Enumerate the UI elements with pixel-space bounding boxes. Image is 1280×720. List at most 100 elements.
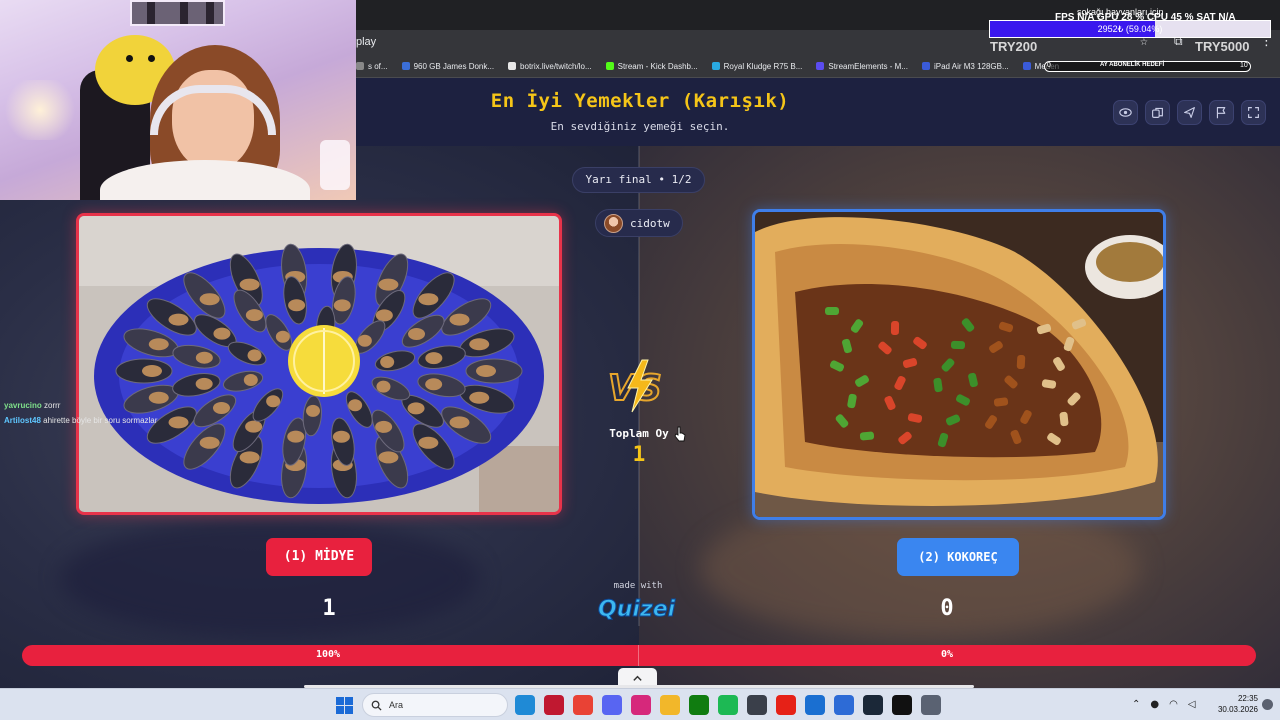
sub-goal-label: AY ABONELİK HEDEFİ	[1100, 62, 1165, 68]
bookmark-favicon-icon	[921, 62, 930, 70]
share-button[interactable]	[1177, 100, 1202, 125]
made-with-label: made with	[613, 581, 663, 591]
user-name: cidotw	[630, 216, 670, 230]
view-button[interactable]	[1113, 100, 1138, 125]
cam-duck-eyes	[148, 55, 155, 62]
bookmark-label: Royal Kludge R75 B...	[723, 61, 803, 71]
chat-text: ahirette böyle bir soru sormazlar	[43, 416, 158, 425]
red-app-icon[interactable]	[544, 695, 564, 715]
folder-icon[interactable]	[660, 695, 680, 715]
spotify-icon[interactable]	[718, 695, 738, 715]
bookmark-favicon-icon	[711, 62, 720, 70]
bookmark-favicon-icon	[605, 62, 614, 70]
user-chip[interactable]: cidotw	[595, 209, 683, 237]
vs-badge: VS	[604, 356, 672, 416]
flag-icon	[1216, 107, 1226, 119]
bookmark-item[interactable]: StreamElements - M...	[816, 62, 908, 71]
webcam-overlay	[0, 0, 356, 200]
percent-left: 100%	[316, 649, 341, 660]
clock-date: 30.03.2026	[1217, 705, 1258, 714]
instagram-icon[interactable]	[631, 695, 651, 715]
bookmark-item[interactable]: 960 GB James Donk...	[401, 61, 495, 71]
mail-icon[interactable]	[805, 695, 825, 715]
bookmark-label: iPad Air M3 128GB...	[933, 61, 1009, 71]
discord-icon[interactable]	[602, 695, 622, 715]
search-icon	[371, 700, 382, 711]
sub-goal-start: 0	[1047, 62, 1051, 69]
avatar	[604, 213, 623, 233]
chevron-up-icon[interactable]: ⌃	[1132, 699, 1140, 710]
bookmark-item[interactable]: s of...	[356, 62, 388, 71]
steam-icon[interactable]	[863, 695, 883, 715]
edge-icon[interactable]	[515, 695, 535, 715]
bookmark-item[interactable]: Stream - Kick Dashb...	[605, 61, 698, 71]
hand-cursor-icon	[674, 426, 686, 442]
donation-goal-text: 2952₺ (59.04%)	[1097, 24, 1163, 34]
cam-lamp	[320, 140, 350, 190]
address-text[interactable]: play	[356, 36, 376, 48]
wifi-icon[interactable]: ◠	[1169, 699, 1178, 710]
bookmark-label: Stream - Kick Dashb...	[617, 61, 698, 71]
mussels-image	[79, 216, 559, 512]
clock-app-icon[interactable]	[747, 695, 767, 715]
total-votes-label: Toplam Oy	[609, 427, 669, 440]
kokorec-image	[755, 212, 1163, 517]
youtube-icon[interactable]	[776, 695, 796, 715]
percent-right: 0%	[941, 649, 954, 660]
copy-icon	[1152, 107, 1163, 118]
fullscreen-button[interactable]	[1241, 100, 1266, 125]
option-card-left[interactable]	[76, 213, 562, 515]
system-tray: ⌃ ● ◠ ◁	[1132, 699, 1196, 710]
report-button[interactable]	[1209, 100, 1234, 125]
bookmark-label: botrix.live/twitch/lo...	[520, 61, 592, 71]
settings-icon[interactable]	[921, 695, 941, 715]
goal-end-label: TRY5000	[1195, 39, 1250, 54]
svg-text:Quizei: Quizei	[598, 597, 676, 622]
progress-center-marker	[638, 645, 639, 666]
notification-icon[interactable]	[1262, 699, 1273, 710]
option-card-right[interactable]	[752, 209, 1166, 520]
search-placeholder: Ara	[389, 700, 404, 710]
donation-goal-bar: 2952₺ (59.04%)	[989, 20, 1271, 38]
bookmark-item[interactable]: iPad Air M3 128GB...	[921, 61, 1009, 71]
taskbar: Ara ⌃ ● ◠ ◁ 22:35 30.03.2026	[0, 688, 1280, 720]
choice-button-right[interactable]: (2) KOKOREÇ	[897, 538, 1019, 576]
microphone-icon[interactable]: ●	[1150, 699, 1159, 710]
notes-icon[interactable]	[834, 695, 854, 715]
score-right: 0	[940, 596, 954, 621]
chat-message: yavrucino zorrr	[4, 398, 157, 413]
bookmark-item[interactable]: Royal Kludge R75 B...	[711, 61, 803, 71]
quizei-logo[interactable]: Quizei	[596, 592, 682, 623]
score-left: 1	[322, 596, 336, 621]
bookmark-favicon-icon	[356, 62, 364, 70]
bookmark-label: s of...	[368, 61, 388, 71]
chat-username: yavrucino	[4, 401, 42, 410]
bookmark-label: 960 GB James Donk...	[413, 61, 495, 71]
goal-start-label: TRY200	[990, 39, 1038, 54]
bookmark-favicon-icon	[816, 62, 825, 70]
chrome-icon[interactable]	[573, 695, 593, 715]
vote-progress-bar	[22, 645, 1256, 666]
taskbar-search[interactable]: Ara	[362, 693, 508, 717]
eye-icon	[1119, 108, 1132, 117]
bookmark-favicon-icon	[508, 62, 517, 70]
taskbar-apps	[515, 695, 941, 715]
chat-overlay: yavrucino zorrr Artilost48 ahirette böyl…	[4, 398, 157, 428]
bookmark-favicon-icon	[1022, 62, 1031, 70]
windows-start-icon[interactable]	[336, 697, 353, 714]
volume-icon[interactable]: ◁	[1188, 699, 1196, 710]
choice-button-left[interactable]: (1) MİDYE	[266, 538, 372, 576]
bookmark-item[interactable]: botrix.live/twitch/lo...	[508, 62, 592, 71]
tiktok-icon[interactable]	[892, 695, 912, 715]
xbox-icon[interactable]	[689, 695, 709, 715]
chat-username: Artilost48	[4, 416, 41, 425]
cam-window	[130, 0, 225, 26]
chat-text: zorrr	[44, 401, 61, 410]
chevron-up-icon	[633, 675, 642, 681]
toolbar	[1113, 100, 1266, 125]
sub-goal-end: 10	[1240, 62, 1248, 69]
clock[interactable]: 22:35 30.03.2026	[1210, 693, 1258, 715]
round-indicator: Yarı final • 1/2	[572, 167, 705, 193]
copy-button[interactable]	[1145, 100, 1170, 125]
send-icon	[1184, 107, 1195, 118]
